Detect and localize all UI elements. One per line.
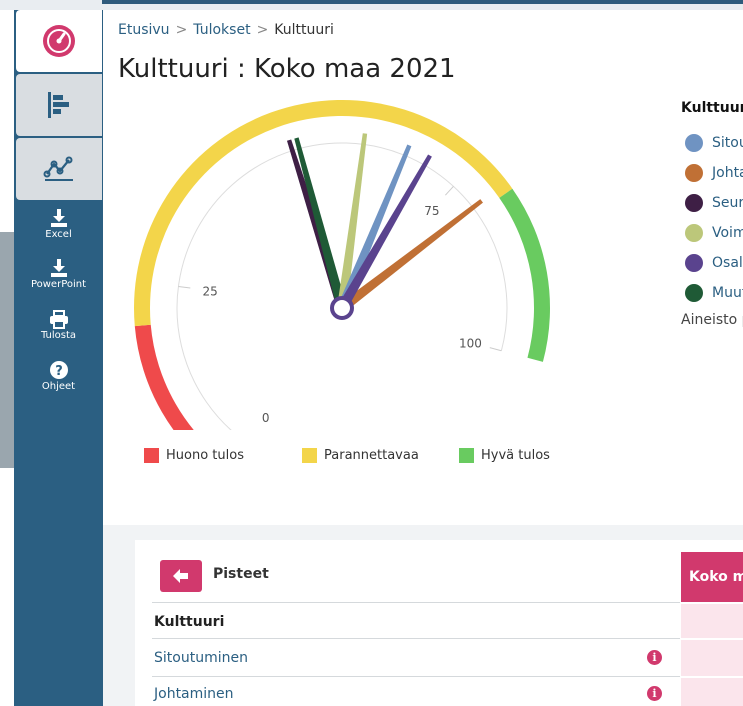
gauge-tick-label: 75 bbox=[424, 204, 439, 218]
legend-poor: Huono tulos bbox=[144, 448, 244, 463]
breadcrumb-home[interactable]: Etusivu bbox=[118, 22, 170, 38]
table-row-label[interactable]: Johtaminen bbox=[154, 686, 234, 702]
data-source-note: Aineisto perustuu bbox=[681, 312, 743, 328]
gauge-tick bbox=[178, 285, 191, 289]
gauge-tick bbox=[489, 347, 502, 352]
series-dot bbox=[685, 164, 703, 182]
legend-swatch bbox=[302, 448, 317, 463]
series-legend-label: Johtaminen bbox=[712, 165, 743, 181]
gauge-tick-label: 100 bbox=[459, 336, 482, 350]
breadcrumb-results[interactable]: Tulokset bbox=[193, 22, 250, 38]
series-legend-item[interactable]: Osallisuus bbox=[681, 248, 743, 278]
series-dot bbox=[685, 284, 703, 302]
series-dot bbox=[685, 254, 703, 272]
series-dot bbox=[685, 194, 703, 212]
series-legend-label: Voimavarat bbox=[712, 225, 743, 241]
table-cell bbox=[681, 678, 743, 706]
legend-swatch bbox=[144, 448, 159, 463]
gauge-chart: 0 25 75 100 bbox=[134, 100, 550, 430]
sidebar: Excel PowerPoint Tulosta ? Ohjeet bbox=[14, 10, 103, 706]
series-legend-item[interactable]: Seuranta bbox=[681, 188, 743, 218]
series-legend-item[interactable]: Johtaminen bbox=[681, 158, 743, 188]
gauge-band bbox=[134, 100, 513, 327]
help-icon: ? bbox=[49, 361, 68, 379]
help-button[interactable]: ? Ohjeet bbox=[14, 360, 103, 392]
tab-line-chart[interactable] bbox=[16, 138, 102, 200]
series-legend-heading: Kulttuuri bbox=[681, 100, 743, 116]
window-top-strip bbox=[0, 0, 743, 10]
legend-good-label: Hyvä tulos bbox=[481, 448, 550, 463]
divider bbox=[152, 676, 680, 677]
svg-text:?: ? bbox=[55, 364, 63, 379]
print-button[interactable]: Tulosta bbox=[14, 310, 103, 341]
excel-label: Excel bbox=[45, 229, 72, 240]
gauge-hub bbox=[330, 296, 354, 320]
powerpoint-button[interactable]: PowerPoint bbox=[14, 258, 103, 290]
series-legend-label: Sitoutuminen bbox=[712, 135, 743, 151]
series-legend-label: Seuranta bbox=[712, 195, 743, 211]
page-title: Kulttuuri : Koko maa 2021 bbox=[118, 54, 456, 84]
section-title: Pisteet bbox=[213, 566, 269, 582]
legend-poor-label: Huono tulos bbox=[166, 448, 244, 463]
series-legend-label: Muut bbox=[712, 285, 743, 301]
tab-bar-chart[interactable] bbox=[16, 74, 102, 136]
gauge-needle bbox=[294, 137, 347, 310]
legend-improve: Parannettavaa bbox=[302, 448, 419, 463]
info-icon[interactable]: i bbox=[647, 650, 662, 665]
legend-good: Hyvä tulos bbox=[459, 448, 550, 463]
divider bbox=[152, 638, 680, 639]
gauge-band bbox=[499, 188, 550, 362]
arrow-left-icon bbox=[173, 569, 188, 583]
column-header[interactable]: Koko maa 2021 bbox=[681, 552, 743, 602]
series-dot bbox=[685, 224, 703, 242]
gauge-icon bbox=[43, 25, 75, 57]
breadcrumb-current: Kulttuuri bbox=[274, 22, 334, 38]
table-row-label[interactable]: Sitoutuminen bbox=[154, 650, 248, 666]
help-label: Ohjeet bbox=[41, 381, 76, 392]
breadcrumb: Etusivu > Tulokset > Kulttuuri bbox=[118, 22, 334, 38]
back-button[interactable] bbox=[160, 560, 202, 592]
table-cell bbox=[681, 604, 743, 638]
divider bbox=[152, 602, 680, 603]
breadcrumb-separator: > bbox=[256, 22, 269, 38]
gauge-tick-label: 0 bbox=[262, 411, 270, 425]
table-group-title: Kulttuuri bbox=[154, 614, 225, 630]
bar-chart-icon bbox=[48, 92, 69, 118]
breadcrumb-separator: > bbox=[175, 22, 188, 38]
download-icon bbox=[50, 259, 67, 277]
gauge-band bbox=[134, 324, 194, 430]
line-chart-icon bbox=[43, 156, 73, 181]
tab-gauge[interactable] bbox=[16, 10, 102, 72]
scores-panel bbox=[135, 540, 743, 706]
legend-improve-label: Parannettavaa bbox=[324, 448, 419, 463]
series-legend: Kulttuuri Sitoutuminen Johtaminen Seuran… bbox=[681, 100, 743, 328]
info-icon[interactable]: i bbox=[647, 686, 662, 701]
series-legend-item[interactable]: Voimavarat bbox=[681, 218, 743, 248]
printer-icon bbox=[49, 310, 68, 329]
series-legend-item[interactable]: Sitoutuminen bbox=[681, 128, 743, 158]
gauge-tick-label: 25 bbox=[202, 285, 217, 299]
left-gutter bbox=[0, 10, 14, 706]
series-legend-item[interactable]: Muut bbox=[681, 278, 743, 308]
legend-swatch bbox=[459, 448, 474, 463]
series-dot bbox=[685, 134, 703, 152]
download-icon bbox=[50, 209, 67, 227]
powerpoint-label: PowerPoint bbox=[30, 279, 87, 290]
print-label: Tulosta bbox=[40, 330, 77, 341]
gauge-tick bbox=[444, 186, 454, 196]
series-legend-label: Osallisuus bbox=[712, 255, 743, 271]
table-cell bbox=[681, 640, 743, 676]
excel-button[interactable]: Excel bbox=[14, 208, 103, 240]
